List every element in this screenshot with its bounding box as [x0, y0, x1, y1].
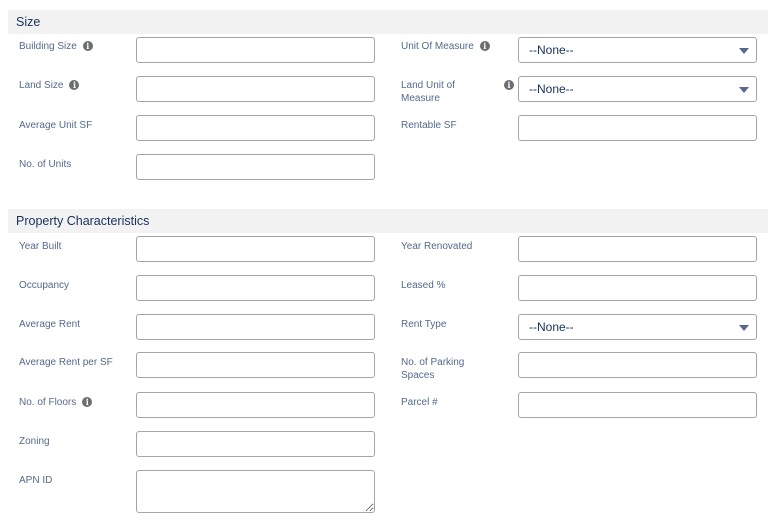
occupancy-label: Occupancy	[19, 280, 70, 291]
section-header-property: Property Characteristics	[8, 209, 768, 233]
land-size-label-text: Land Size	[19, 80, 64, 91]
rentable-sf-input[interactable]	[518, 115, 757, 141]
rent-type-select[interactable]: --None--	[518, 314, 757, 340]
year-renovated-label: Year Renovated	[401, 241, 473, 252]
floors-input[interactable]	[136, 392, 375, 418]
section-title-size: Size	[16, 15, 41, 29]
avg-unit-sf-input[interactable]	[136, 115, 375, 141]
zoning-label: Zoning	[19, 436, 50, 447]
zoning-input[interactable]	[136, 431, 375, 457]
avg-rent-sf-label: Average Rent per SF	[19, 357, 113, 368]
info-icon[interactable]: i	[479, 41, 490, 51]
year-built-input[interactable]	[136, 236, 375, 262]
chevron-down-icon	[739, 87, 749, 93]
rent-type-label: Rent Type	[401, 319, 447, 330]
land-unit-value: --None--	[529, 82, 574, 96]
land-size-input[interactable]	[136, 76, 375, 102]
units-label: No. of Units	[19, 159, 72, 170]
unit-of-measure-label-text: Unit Of Measure	[401, 41, 474, 52]
building-size-input[interactable]	[136, 37, 375, 63]
avg-rent-sf-input[interactable]	[136, 352, 375, 378]
avg-unit-sf-label: Average Unit SF	[19, 120, 93, 131]
unit-of-measure-value: --None--	[529, 43, 574, 57]
floors-label: No. of Floors i	[19, 396, 93, 409]
year-renovated-input[interactable]	[518, 236, 757, 262]
info-icon[interactable]: i	[82, 41, 93, 51]
year-built-label: Year Built	[19, 241, 62, 252]
parcel-input[interactable]	[518, 392, 757, 418]
rentable-sf-label: Rentable SF	[401, 120, 457, 131]
leased-input[interactable]	[518, 275, 757, 301]
section-header-size: Size	[8, 10, 768, 34]
parking-input[interactable]	[518, 352, 757, 378]
info-icon[interactable]: i	[82, 397, 93, 407]
section-title-property: Property Characteristics	[16, 214, 150, 228]
unit-of-measure-select[interactable]: --None--	[518, 37, 757, 63]
land-unit-label: Land Unit of Measure	[401, 80, 455, 104]
chevron-down-icon	[739, 325, 749, 331]
rent-type-value: --None--	[529, 320, 574, 334]
land-size-label: Land Size i	[19, 79, 80, 92]
apn-textarea[interactable]	[136, 470, 375, 513]
parking-label: No. of Parking Spaces	[401, 357, 465, 381]
apn-label: APN ID	[19, 475, 53, 486]
info-icon[interactable]: i	[504, 80, 514, 90]
units-input[interactable]	[136, 154, 375, 180]
leased-label: Leased %	[401, 280, 446, 291]
avg-rent-label: Average Rent	[19, 319, 80, 330]
unit-of-measure-label: Unit Of Measure i	[401, 40, 490, 53]
parcel-label: Parcel #	[401, 397, 438, 408]
avg-rent-input[interactable]	[136, 314, 375, 340]
floors-label-text: No. of Floors	[19, 397, 77, 408]
land-unit-select[interactable]: --None--	[518, 76, 757, 102]
occupancy-input[interactable]	[136, 275, 375, 301]
building-size-label: Building Size i	[19, 40, 93, 53]
building-size-label-text: Building Size	[19, 41, 77, 52]
chevron-down-icon	[739, 48, 749, 54]
info-icon[interactable]: i	[69, 80, 80, 90]
